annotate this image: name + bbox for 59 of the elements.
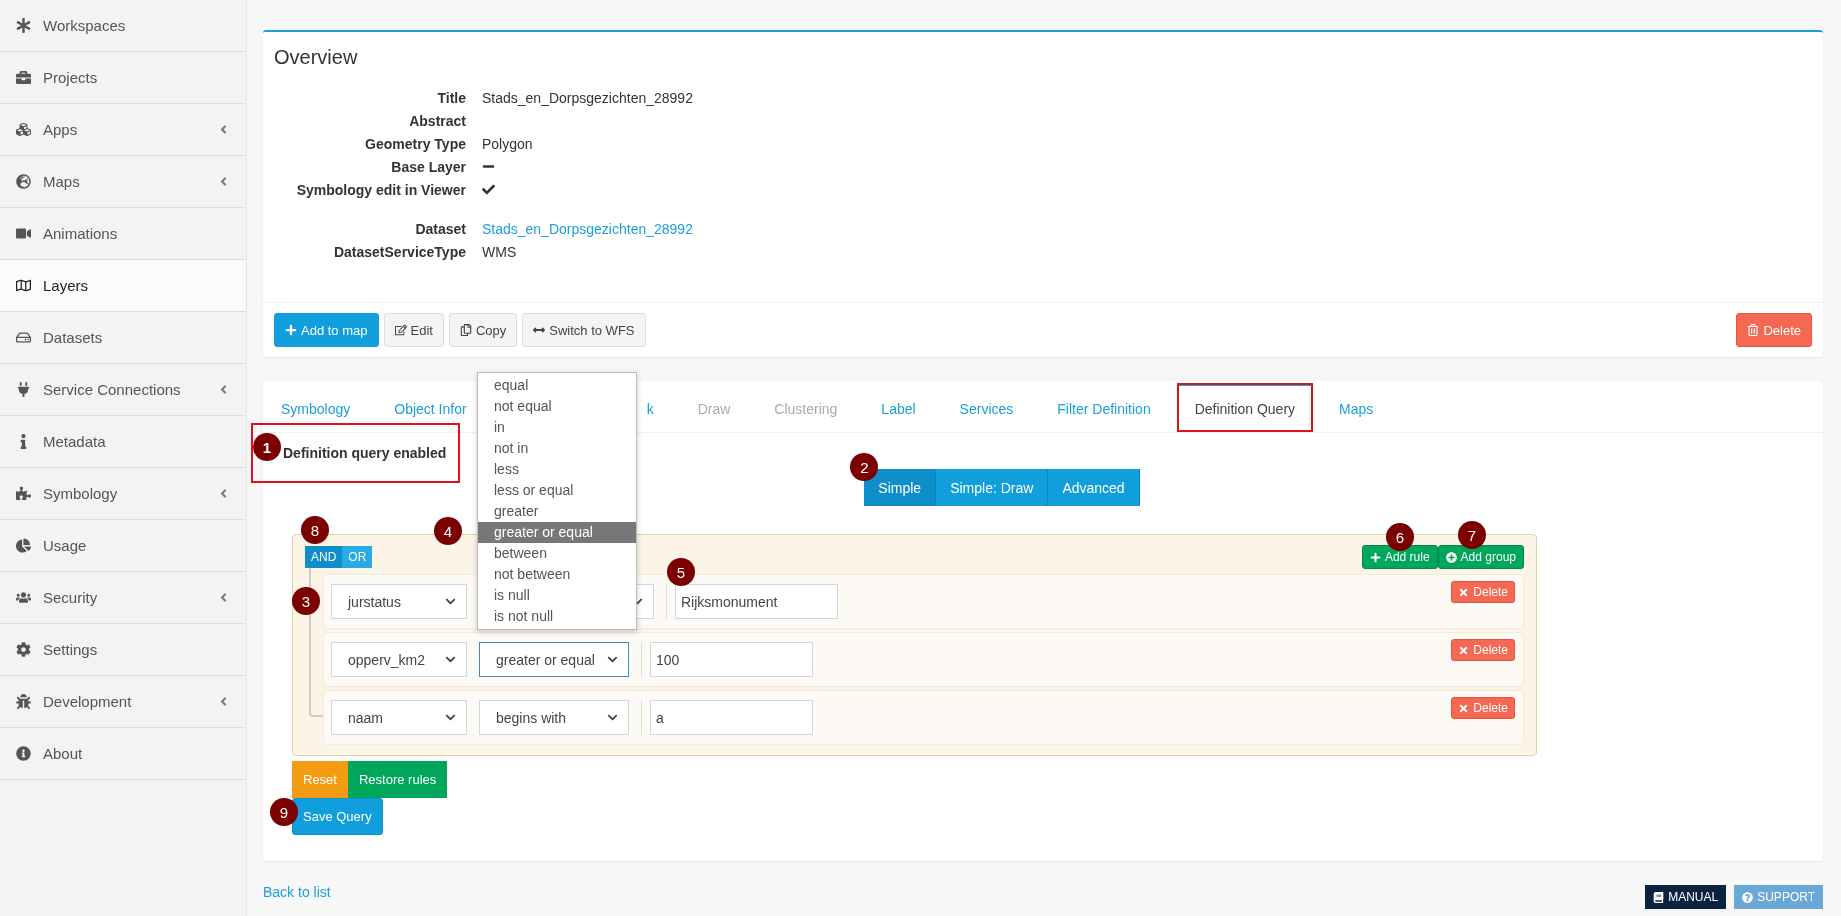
- sidebar-item[interactable]: Apps: [0, 104, 246, 156]
- action-button[interactable]: Switch to WFS: [522, 313, 646, 347]
- step-marker: 2: [850, 453, 879, 481]
- sidebar-item[interactable]: Security: [0, 572, 246, 624]
- sidebar-item[interactable]: Maps: [0, 156, 246, 208]
- card-title: Overview: [273, 45, 359, 70]
- sidebar-item[interactable]: Layers: [0, 260, 246, 312]
- sidebar-item[interactable]: Datasets: [0, 312, 246, 364]
- field-select[interactable]: opperv_km2: [331, 642, 467, 677]
- dropdown-option[interactable]: greater: [478, 501, 636, 522]
- operator-select[interactable]: greater or equal: [479, 642, 629, 677]
- property-label: Base Layer: [391, 160, 466, 175]
- sidebar-item[interactable]: Settings: [0, 624, 246, 676]
- property-label: Dataset: [415, 222, 466, 237]
- field-select[interactable]: naam: [331, 700, 467, 735]
- step-marker: 1: [253, 433, 281, 461]
- sidebar-item[interactable]: About: [0, 728, 246, 780]
- property-value: WMS: [482, 245, 517, 260]
- value-input[interactable]: a: [650, 700, 813, 735]
- dropdown-option[interactable]: not between: [478, 564, 636, 585]
- action-button[interactable]: Copy: [448, 313, 518, 347]
- sidebar-item[interactable]: Workspaces: [0, 0, 246, 52]
- status-text: 1 Definition query enabled: [251, 423, 461, 483]
- action-button[interactable]: Edit: [383, 313, 444, 347]
- value-input[interactable]: 100: [650, 642, 813, 677]
- dropdown-option[interactable]: equal: [478, 375, 636, 396]
- dropdown-option[interactable]: less: [478, 459, 636, 480]
- step-marker: 7: [1457, 521, 1486, 549]
- property-value: Polygon: [482, 137, 533, 152]
- dropdown-option[interactable]: is null: [478, 585, 636, 606]
- property-label: DatasetServiceType: [333, 245, 466, 260]
- property-label: Symbology edit in Viewer: [296, 183, 466, 198]
- property-label: Abstract: [409, 114, 466, 129]
- tab[interactable]: Definition Query: [1176, 383, 1314, 432]
- property-label: Geometry Type: [365, 137, 466, 152]
- step-marker: 8: [301, 516, 329, 544]
- condition-button[interactable]: AND: [305, 546, 343, 568]
- sidebar-item[interactable]: Usage: [0, 520, 246, 572]
- operator-select[interactable]: begins with: [479, 700, 629, 735]
- dropdown-option[interactable]: in: [478, 417, 636, 438]
- sidebar-item[interactable]: Development: [0, 676, 246, 728]
- dropdown-option[interactable]: less or equal: [478, 480, 636, 501]
- step-marker: 9: [270, 798, 298, 826]
- dropdown-option[interactable]: is not null: [478, 606, 636, 627]
- step-marker: 5: [667, 558, 695, 586]
- sidebar-item[interactable]: Symbology: [0, 468, 246, 520]
- step-marker: 4: [434, 517, 462, 545]
- value-input[interactable]: Rijksmonument: [675, 584, 838, 619]
- dropdown-option[interactable]: between: [478, 543, 636, 564]
- footer-button[interactable]: MANUAL: [1645, 885, 1727, 909]
- property-label: Title: [437, 91, 466, 106]
- dropdown-option[interactable]: not in: [478, 438, 636, 459]
- step-marker: 3: [292, 587, 320, 615]
- sidebar-item[interactable]: Service Connections: [0, 364, 246, 416]
- sidebar-item[interactable]: Projects: [0, 52, 246, 104]
- property-value: Stads_en_Dorpsgezichten_28992: [482, 91, 693, 106]
- dropdown-option[interactable]: not equal: [478, 396, 636, 417]
- sidebar-item[interactable]: Metadata: [0, 416, 246, 468]
- step-marker: 6: [1385, 523, 1414, 551]
